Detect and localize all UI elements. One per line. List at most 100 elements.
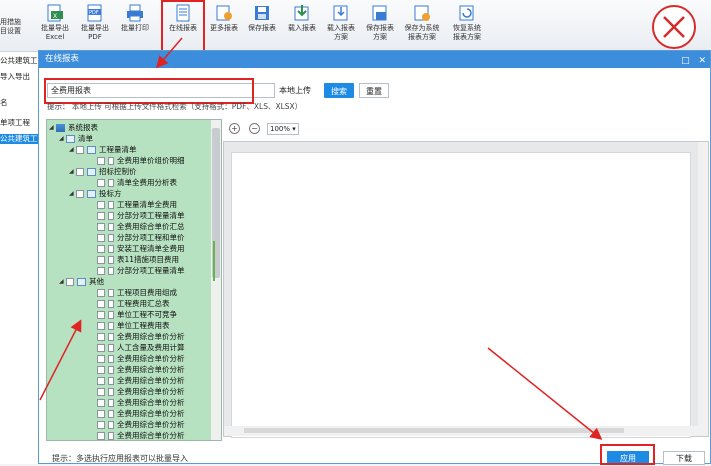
collapse-icon[interactable]: ◢ <box>49 122 56 133</box>
close-icon[interactable]: ✕ <box>698 53 706 70</box>
more-reports-button[interactable]: 更多报表 <box>205 2 243 50</box>
report-file-icon <box>108 388 114 396</box>
search-button[interactable]: 搜索 <box>324 83 354 98</box>
collapse-icon[interactable]: ◢ <box>69 188 76 199</box>
load-report-scheme-button[interactable]: 载入报表 方案 <box>322 2 360 50</box>
project-item[interactable]: 公共建筑工 <box>0 56 40 66</box>
project-item[interactable]: 单项工程 <box>0 118 40 128</box>
tree-node-report[interactable]: 单位工程不可竞争 <box>97 309 177 320</box>
tree-checkbox[interactable] <box>97 388 105 396</box>
save-report-button[interactable]: 保存报表 <box>243 2 281 50</box>
tree-checkbox[interactable] <box>97 212 105 220</box>
tree-checkbox[interactable] <box>97 267 105 275</box>
tree-node-category[interactable]: ◢ 投标方 <box>69 188 122 199</box>
tree-checkbox[interactable] <box>76 168 84 176</box>
tree-node-report[interactable]: 人工含量及费用计算 <box>97 342 185 353</box>
tree-node-group[interactable]: ◢ 其他 <box>59 276 104 287</box>
tree-checkbox[interactable] <box>76 146 84 154</box>
tree-node-report[interactable]: 工程费用汇总表 <box>97 298 170 309</box>
tree-node-report[interactable]: 全费用综合单价分析 <box>97 375 185 386</box>
tree-label: 工程费用汇总表 <box>117 299 170 308</box>
batch-print-button[interactable]: 批量打印 <box>116 2 154 50</box>
zoom-in-icon[interactable]: + <box>229 123 240 134</box>
tree-node-report[interactable]: 安装工程清单全费用 <box>97 243 185 254</box>
tree-node-report[interactable]: 全费用单价组价明细 <box>97 155 185 166</box>
tree-node-report[interactable]: 工程项目费用组成 <box>97 287 177 298</box>
tree-checkbox[interactable] <box>97 289 105 297</box>
batch-export-excel-button[interactable]: X 批量导出 Excel <box>36 2 74 50</box>
toolbar-item-measures-partial[interactable]: 用措施 目设置 <box>0 18 24 36</box>
tree-checkbox[interactable] <box>76 190 84 198</box>
tree-checkbox[interactable] <box>97 366 105 374</box>
tree-checkbox[interactable] <box>97 223 105 231</box>
tree-label: 全费用综合单价分析 <box>117 354 185 363</box>
local-upload-link[interactable]: 本地上传 <box>279 83 311 98</box>
tree-node-report[interactable]: 清单全费用分析表 <box>97 177 177 188</box>
toolbar-label: 载入报表 <box>327 24 355 32</box>
restore-system-scheme-button[interactable]: 恢复系统 报表方案 <box>446 2 488 50</box>
collapse-icon[interactable]: ◢ <box>59 133 66 144</box>
apply-button[interactable]: 应用 <box>607 451 649 465</box>
save-report-scheme-button[interactable]: 保存报表 方案 <box>361 2 399 50</box>
report-preview-area <box>223 141 709 438</box>
tree-checkbox[interactable] <box>97 355 105 363</box>
tree-node-report[interactable]: 全费用综合单价分析 <box>97 353 185 364</box>
download-button[interactable]: 下载 <box>663 451 705 465</box>
tree-checkbox[interactable] <box>97 410 105 418</box>
preview-scrollbar-thumb[interactable] <box>244 428 624 433</box>
tree-checkbox[interactable] <box>97 256 105 264</box>
tree-checkbox[interactable] <box>97 432 105 440</box>
tree-checkbox[interactable] <box>97 377 105 385</box>
zoom-out-icon[interactable]: − <box>249 123 260 134</box>
tree-checkbox[interactable] <box>97 157 105 165</box>
tree-checkbox[interactable] <box>97 333 105 341</box>
tree-node-report[interactable]: 工程量清单全费用 <box>97 199 177 210</box>
tree-checkbox[interactable] <box>97 399 105 407</box>
toolbar-label: PDF <box>88 33 102 41</box>
preview-vertical-scrollbar[interactable] <box>698 142 708 426</box>
report-search-input[interactable] <box>47 83 275 98</box>
tree-node-report[interactable]: 全费用综合单价分析 <box>97 397 185 408</box>
online-report-button[interactable]: 在线报表 <box>161 0 205 52</box>
tree-checkbox[interactable] <box>97 311 105 319</box>
tree-node-report[interactable]: 分部分项工程量清单 <box>97 210 185 221</box>
tree-node-category[interactable]: ◢ 招标控制价 <box>69 166 137 177</box>
import-export-menu[interactable]: 导入导出 <box>0 72 40 82</box>
collapse-icon[interactable]: ◢ <box>59 276 66 287</box>
tree-checkbox[interactable] <box>97 234 105 242</box>
tree-checkbox[interactable] <box>97 344 105 352</box>
tree-node-root[interactable]: ◢ 系统报表 <box>49 122 98 133</box>
close-icon[interactable] <box>652 5 696 49</box>
tree-checkbox[interactable] <box>66 278 74 286</box>
tree-node-report[interactable]: 全费用综合单价汇总 <box>97 221 185 232</box>
tree-node-report[interactable]: 全费用综合单价分析 <box>97 419 185 430</box>
maximize-icon[interactable]: □ <box>681 53 690 70</box>
tree-checkbox[interactable] <box>97 300 105 308</box>
tree-checkbox[interactable] <box>97 245 105 253</box>
zoom-select[interactable]: 100% ▾ <box>267 123 299 135</box>
tree-node-group[interactable]: ◢ 清单 <box>59 133 93 144</box>
tree-node-report[interactable]: 分部分项工程量清单 <box>97 265 185 276</box>
project-item-selected[interactable]: 公共建筑工 <box>0 134 40 144</box>
reset-button[interactable]: 重置 <box>359 83 389 98</box>
tree-checkbox[interactable] <box>97 201 105 209</box>
preview-horizontal-scrollbar[interactable] <box>224 426 708 436</box>
tree-checkbox[interactable] <box>97 179 105 187</box>
tree-checkbox[interactable] <box>97 421 105 429</box>
tree-node-report[interactable]: 全费用综合单价分析 <box>97 331 185 342</box>
tree-node-report[interactable]: 全费用综合单价分析 <box>97 430 185 440</box>
tree-node-report[interactable]: 全费用综合单价分析 <box>97 386 185 397</box>
tree-node-report[interactable]: 单位工程费用表 <box>97 320 170 331</box>
collapse-icon[interactable]: ◢ <box>69 166 76 177</box>
tree-node-category[interactable]: ◢ 工程量清单 <box>69 144 137 155</box>
batch-export-pdf-button[interactable]: PDF 批量导出 PDF <box>76 2 114 50</box>
save-as-system-scheme-button[interactable]: 保存为系统 报表方案 <box>400 2 444 50</box>
tree-node-report[interactable]: 全费用综合单价分析 <box>97 364 185 375</box>
collapse-icon[interactable]: ◢ <box>69 144 76 155</box>
tree-node-report[interactable]: 分部分项工程和单价 <box>97 232 185 243</box>
tree-checkbox[interactable] <box>97 322 105 330</box>
load-report-button[interactable]: 载入报表 <box>283 2 321 50</box>
splitter-handle[interactable] <box>213 241 215 281</box>
tree-node-report[interactable]: 全费用综合单价分析 <box>97 408 185 419</box>
tree-node-report[interactable]: 表11措施项目费用 <box>97 254 179 265</box>
